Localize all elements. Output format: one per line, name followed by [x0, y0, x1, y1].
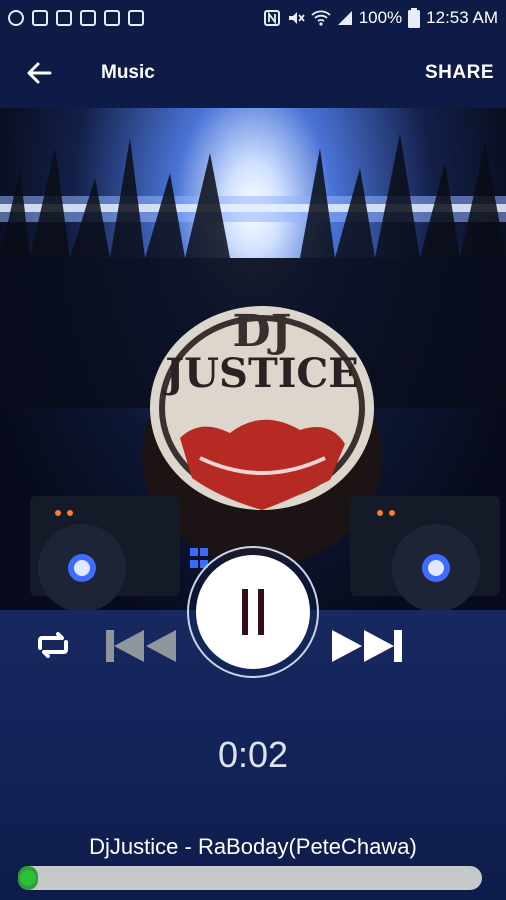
- clock: 12:53 AM: [426, 8, 498, 27]
- app-bar: Music SHARE: [0, 36, 506, 108]
- share-button[interactable]: SHARE: [425, 62, 494, 84]
- logo-line-justice: JUSTICE: [165, 350, 359, 397]
- album-artwork: DJ JUSTICE: [0, 108, 506, 610]
- battery-icon: [408, 8, 421, 28]
- back-button[interactable]: [22, 56, 56, 90]
- repeat-button[interactable]: [34, 628, 72, 662]
- back-arrow-icon: [27, 62, 52, 84]
- skip-previous-icon: [106, 630, 176, 662]
- status-bar: 100% 12:53 AM: [0, 0, 506, 36]
- system-status: 100% 12:53 AM: [263, 8, 498, 28]
- location-icon: [8, 10, 24, 26]
- progress-thumb[interactable]: [20, 870, 36, 886]
- flag-icon: [104, 10, 120, 26]
- notification-icons: [8, 10, 144, 26]
- signal-icon: [337, 11, 352, 25]
- progress-slider[interactable]: [18, 866, 482, 890]
- pause-icon-bar: [258, 589, 264, 635]
- pause-icon: [242, 589, 248, 635]
- elapsed-time: 0:02: [217, 734, 289, 775]
- page-title: Music: [101, 62, 155, 83]
- previous-track-button[interactable]: [104, 626, 178, 666]
- track-title: DjJustice - RaBoday(PeteChawa): [89, 834, 417, 859]
- logo-line-dj: DJ: [232, 306, 292, 357]
- nfc-icon: [263, 10, 280, 26]
- skip-next-icon: [332, 630, 402, 662]
- battery-percent: 100%: [358, 8, 403, 27]
- sd-card-icon: [128, 10, 144, 26]
- pause-button[interactable]: [196, 555, 310, 669]
- mute-icon: [288, 12, 305, 24]
- checklist-icon: [32, 10, 48, 26]
- wifi-icon: [311, 10, 331, 26]
- repeat-icon: [38, 632, 68, 658]
- calendar-icon: [80, 10, 96, 26]
- next-track-button[interactable]: [330, 626, 404, 666]
- image-icon: [56, 10, 72, 26]
- artwork-logo: DJ JUSTICE: [150, 310, 374, 394]
